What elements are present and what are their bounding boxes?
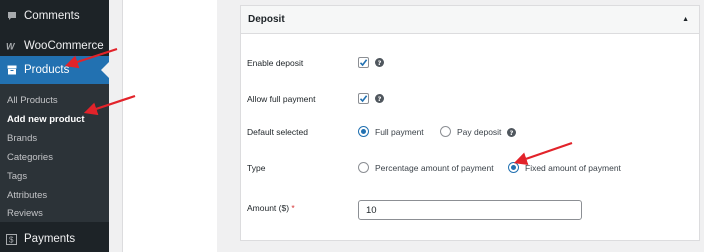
allow-full-payment-label: Allow full payment bbox=[247, 94, 316, 104]
pay-deposit-option-label: Pay deposit bbox=[457, 127, 502, 137]
submenu-brands[interactable]: Brands bbox=[7, 133, 37, 144]
menu-item-payments[interactable]: $ Payments bbox=[0, 224, 109, 252]
required-asterisk: * bbox=[291, 203, 295, 213]
menu-item-woocommerce-label: WooCommerce bbox=[24, 40, 104, 52]
checkmark-icon bbox=[359, 95, 368, 103]
submenu-tags[interactable]: Tags bbox=[7, 171, 27, 182]
allow-full-payment-checkbox[interactable] bbox=[358, 93, 369, 104]
amount-input[interactable] bbox=[358, 200, 582, 220]
menu-item-payments-label: Payments bbox=[24, 233, 76, 245]
enable-deposit-checkbox[interactable] bbox=[358, 57, 369, 68]
submenu-categories[interactable]: Categories bbox=[7, 152, 53, 163]
admin-sidebar: Comments W WooCommerce Products All Prod… bbox=[0, 0, 109, 252]
menu-item-comments-label: Comments bbox=[24, 10, 80, 22]
help-icon[interactable]: ? bbox=[375, 94, 384, 103]
submenu-reviews[interactable]: Reviews bbox=[7, 208, 43, 219]
fixed-amount-radio[interactable] bbox=[508, 162, 519, 173]
amount-label-text: Amount ($) bbox=[247, 203, 290, 213]
payments-icon: $ bbox=[6, 233, 17, 245]
svg-text:W: W bbox=[6, 42, 16, 50]
percentage-amount-option-label: Percentage amount of payment bbox=[375, 163, 494, 173]
comment-icon bbox=[6, 11, 17, 22]
products-archive-icon bbox=[6, 65, 17, 76]
percentage-amount-radio[interactable] bbox=[358, 162, 369, 173]
pay-deposit-radio[interactable] bbox=[440, 126, 451, 137]
full-payment-option-label: Full payment bbox=[375, 127, 424, 137]
svg-text:$: $ bbox=[9, 235, 14, 244]
checkmark-icon bbox=[359, 59, 368, 67]
woocommerce-icon: W bbox=[6, 41, 17, 52]
submenu-attributes[interactable]: Attributes bbox=[7, 190, 47, 201]
deposit-panel: Deposit ▲ Enable deposit ? Allow full pa… bbox=[240, 5, 700, 241]
help-icon[interactable]: ? bbox=[507, 128, 516, 137]
submenu-add-new-product[interactable]: Add new product bbox=[7, 114, 85, 125]
collapse-arrow-icon[interactable]: ▲ bbox=[682, 16, 689, 23]
type-label: Type bbox=[247, 163, 266, 173]
full-payment-radio[interactable] bbox=[358, 126, 369, 137]
editor-side-column bbox=[122, 0, 217, 252]
fixed-amount-option-label: Fixed amount of payment bbox=[525, 163, 621, 173]
help-icon[interactable]: ? bbox=[375, 58, 384, 67]
amount-label: Amount ($) * bbox=[247, 203, 295, 213]
menu-item-comments[interactable]: Comments bbox=[0, 1, 109, 31]
menu-item-products-label: Products bbox=[24, 64, 70, 76]
deposit-panel-header[interactable]: Deposit ▲ bbox=[241, 6, 699, 34]
products-submenu: All Products Add new product Brands Cate… bbox=[0, 84, 109, 222]
menu-item-products[interactable]: Products bbox=[0, 56, 109, 84]
default-selected-label: Default selected bbox=[247, 127, 308, 137]
deposit-panel-title: Deposit bbox=[248, 14, 285, 25]
submenu-all-products[interactable]: All Products bbox=[7, 95, 58, 106]
enable-deposit-label: Enable deposit bbox=[247, 58, 304, 68]
